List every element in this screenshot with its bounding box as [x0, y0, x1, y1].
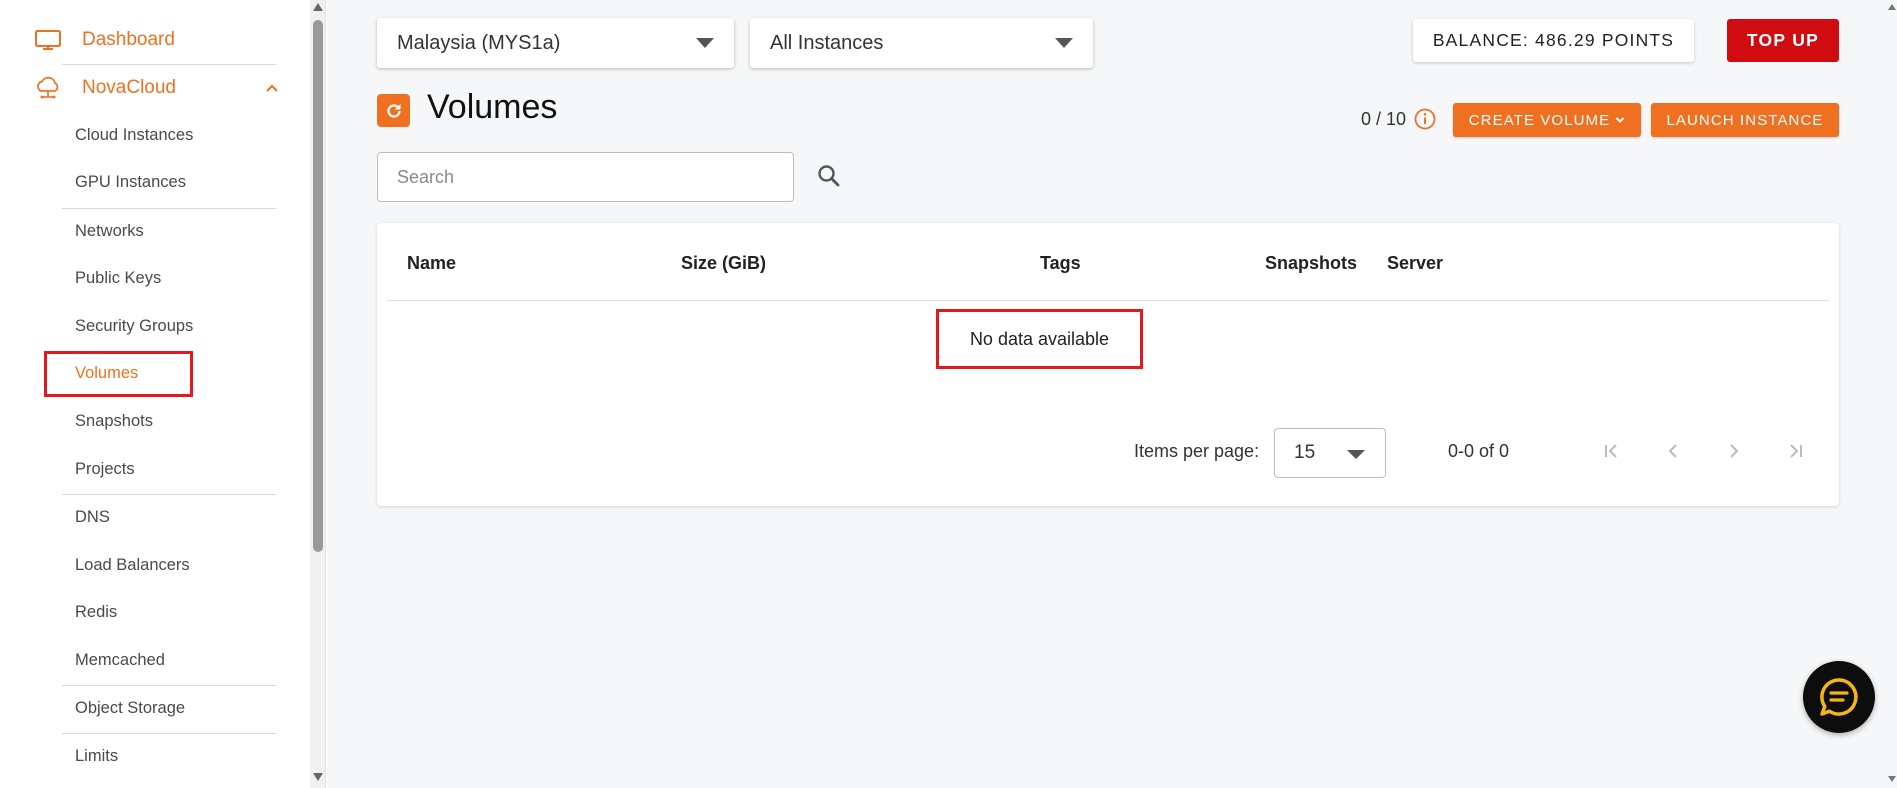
sidebar-item-memcached[interactable]: Memcached [75, 649, 165, 671]
divider [62, 494, 276, 495]
volume-quota: 0 / 10 [1361, 109, 1407, 129]
column-header-tags[interactable]: Tags [1040, 253, 1081, 274]
search-icon[interactable] [816, 163, 842, 189]
sidebar-item-dns[interactable]: DNS [75, 506, 110, 528]
items-per-page-select[interactable]: 15 [1274, 428, 1386, 478]
divider [387, 300, 1829, 301]
sidebar-item-networks[interactable]: Networks [75, 220, 144, 242]
sidebar-item-public-keys[interactable]: Public Keys [75, 267, 161, 289]
main-scrollbar[interactable] [1887, 0, 1897, 788]
caret-down-icon [1347, 450, 1365, 459]
launch-instance-button[interactable]: LAUNCH INSTANCE [1651, 103, 1839, 137]
volumes-table: Name Size (GiB) Tags Snapshots Server No… [377, 223, 1839, 506]
chat-button[interactable] [1803, 661, 1875, 733]
cloud-network-icon [34, 76, 62, 100]
balance-badge: BALANCE: 486.29 POINTS [1413, 19, 1694, 62]
sidebar-item-cloud-instances[interactable]: Cloud Instances [75, 124, 193, 146]
scroll-up-arrow-icon[interactable] [1888, 4, 1896, 10]
divider [62, 733, 276, 734]
monitor-icon [34, 28, 62, 52]
column-header-snapshots[interactable]: Snapshots [1265, 253, 1357, 274]
sidebar-item-projects[interactable]: Projects [75, 458, 135, 480]
chevron-up-icon[interactable] [262, 78, 282, 98]
create-volume-button[interactable]: CREATE VOLUME [1453, 103, 1641, 137]
chevron-down-icon [1615, 116, 1625, 124]
sidebar-item-redis[interactable]: Redis [75, 601, 117, 623]
sidebar-item-load-balancers[interactable]: Load Balancers [75, 554, 190, 576]
region-select-value: Malaysia (MYS1a) [397, 31, 561, 54]
refresh-icon[interactable] [377, 94, 410, 127]
caret-down-icon [696, 38, 714, 48]
sidebar-item-label: Dashboard [82, 29, 175, 50]
sidebar-section-label: NovaCloud [82, 77, 176, 98]
last-page-icon[interactable] [1775, 431, 1815, 471]
instance-filter-select[interactable]: All Instances [750, 18, 1093, 68]
scroll-down-arrow-icon[interactable] [1888, 776, 1896, 782]
sidebar-item-object-storage[interactable]: Object Storage [75, 697, 185, 719]
page-title: Volumes [427, 88, 558, 126]
sidebar-item-gpu-instances[interactable]: GPU Instances [75, 171, 186, 193]
previous-page-icon[interactable] [1653, 431, 1693, 471]
empty-state-message: No data available [936, 309, 1143, 369]
sidebar-section-novacloud[interactable]: NovaCloud [34, 74, 294, 102]
sidebar: Dashboard NovaCloud Cloud Instances GPU … [0, 0, 310, 788]
chat-icon [1817, 675, 1861, 719]
caret-down-icon [1055, 38, 1073, 48]
info-icon[interactable] [1414, 108, 1436, 130]
scroll-down-arrow-icon[interactable] [313, 773, 323, 781]
pagination-range: 0-0 of 0 [1448, 441, 1510, 461]
divider [62, 208, 276, 209]
sidebar-item-dashboard[interactable]: Dashboard [34, 26, 175, 54]
highlight-box [44, 351, 193, 397]
region-select[interactable]: Malaysia (MYS1a) [377, 18, 734, 68]
instance-filter-value: All Instances [770, 31, 884, 54]
items-per-page-label: Items per page: [1134, 441, 1260, 461]
scrollbar-thumb[interactable] [313, 20, 323, 552]
first-page-icon[interactable] [1592, 431, 1632, 471]
column-header-name[interactable]: Name [407, 253, 456, 274]
sidebar-item-security-groups[interactable]: Security Groups [75, 315, 193, 337]
items-per-page-value: 15 [1294, 442, 1316, 463]
topup-button[interactable]: TOP UP [1727, 19, 1839, 62]
column-header-server[interactable]: Server [1387, 253, 1443, 274]
sidebar-item-snapshots[interactable]: Snapshots [75, 410, 153, 432]
scroll-up-arrow-icon[interactable] [313, 3, 323, 11]
next-page-icon[interactable] [1714, 431, 1754, 471]
divider [62, 64, 276, 65]
create-volume-label: CREATE VOLUME [1468, 111, 1611, 129]
sidebar-scrollbar[interactable] [310, 0, 326, 788]
sidebar-item-limits[interactable]: Limits [75, 745, 118, 767]
column-header-size[interactable]: Size (GiB) [681, 253, 766, 274]
divider [62, 685, 276, 686]
search-input[interactable] [377, 152, 794, 202]
